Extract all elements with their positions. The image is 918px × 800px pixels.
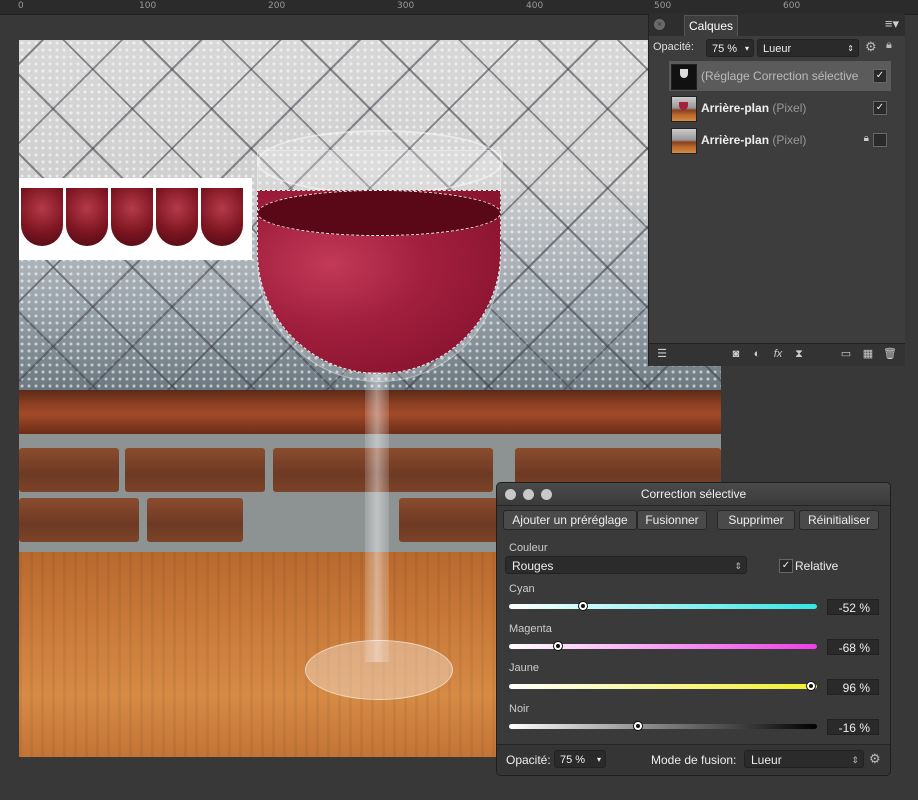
layer-thumbnail bbox=[671, 96, 697, 122]
chevron-updown-icon: ⇕ bbox=[851, 755, 859, 765]
layer-name: Arrière-plan (Pixel) bbox=[701, 101, 807, 115]
ruler-label: 300 bbox=[397, 1, 415, 11]
fx-icon[interactable]: fx bbox=[771, 347, 785, 361]
slider-value[interactable]: 96 % bbox=[827, 679, 879, 695]
chevron-updown-icon: ⇕ bbox=[734, 561, 742, 571]
magenta-slider-track[interactable] bbox=[509, 641, 817, 651]
opacity-value: 75 % bbox=[712, 43, 738, 55]
selective-correction-dialog: Correction sélective Ajouter un prérégla… bbox=[496, 482, 891, 776]
folder-icon[interactable]: ▭ bbox=[839, 347, 853, 361]
color-select[interactable]: Rouges ⇕ bbox=[505, 556, 747, 574]
layer-visibility-checkbox[interactable] bbox=[873, 133, 887, 147]
add-preset-button[interactable]: Ajouter un préréglage bbox=[503, 510, 637, 530]
ruler-label: 200 bbox=[268, 1, 286, 11]
layer-visibility-checkbox[interactable]: ✓ bbox=[873, 69, 887, 83]
opacity-value: 75 % bbox=[560, 754, 586, 766]
layers-panel: × Calques ≡▾ Opacité: 75 % ▾ Lueur ⇕ ⚙ 🔒… bbox=[648, 14, 905, 366]
adjustment-icon[interactable]: ◐ bbox=[750, 347, 764, 361]
wine-sample-strip bbox=[19, 178, 252, 260]
dialog-button-row: Ajouter un préréglage Fusionner Supprime… bbox=[503, 510, 883, 530]
layers-icon[interactable]: ☰ bbox=[655, 347, 669, 361]
glass-foot bbox=[305, 640, 453, 700]
slider-knob[interactable] bbox=[805, 681, 816, 691]
opacity-field[interactable]: 75 % ▾ bbox=[554, 750, 606, 768]
trash-icon[interactable]: 🗑︎ bbox=[883, 347, 897, 361]
merge-button[interactable]: Fusionner bbox=[637, 510, 707, 530]
color-select-value: Rouges bbox=[512, 559, 554, 573]
chevron-down-icon: ▾ bbox=[744, 44, 749, 53]
gear-icon[interactable]: ⚙ bbox=[865, 39, 877, 55]
glass-rim bbox=[257, 130, 503, 194]
reset-button[interactable]: Réinitialiser bbox=[799, 510, 879, 530]
layer-thumbnail bbox=[671, 64, 697, 90]
layer-thumbnail bbox=[671, 128, 697, 154]
relative-checkbox[interactable]: ✓ bbox=[779, 559, 793, 573]
layer-row[interactable]: (Réglage Correction sélective ✓ bbox=[669, 61, 891, 91]
slider-label: Magenta bbox=[509, 623, 552, 635]
layer-opacity-row: Opacité: 75 % ▾ Lueur ⇕ ⚙ 🔒︎ bbox=[649, 36, 905, 60]
layers-toolbar: ☰ ◙ ◐ fx ⧗ ▭ ▦ 🗑︎ bbox=[649, 343, 905, 366]
lock-icon: 🔒︎ bbox=[863, 133, 869, 144]
layer-visibility-checkbox[interactable]: ✓ bbox=[873, 101, 887, 115]
chevron-updown-icon: ⇕ bbox=[847, 44, 854, 53]
opacity-label: Opacité: bbox=[653, 41, 694, 53]
glass-stem bbox=[365, 372, 389, 662]
ruler-label: 500 bbox=[654, 1, 672, 11]
tab-layers[interactable]: Calques bbox=[684, 15, 739, 36]
layer-row[interactable]: Arrière-plan (Pixel) ✓ bbox=[669, 93, 891, 123]
opacity-label: Opacité: bbox=[506, 753, 551, 767]
ruler-label: 400 bbox=[526, 1, 544, 11]
blend-mode-label: Mode de fusion: bbox=[651, 753, 737, 767]
slider-value[interactable]: -68 % bbox=[827, 639, 879, 655]
ruler-label: 0 bbox=[18, 1, 24, 11]
ruler-label: 100 bbox=[139, 1, 157, 11]
layer-row[interactable]: Arrière-plan (Pixel) 🔒︎ bbox=[669, 125, 891, 155]
slider-label: Cyan bbox=[509, 583, 535, 595]
color-label: Couleur bbox=[509, 542, 548, 554]
layer-name: (Réglage Correction sélective bbox=[701, 69, 859, 83]
wine-surface bbox=[257, 190, 501, 236]
layer-name: Arrière-plan (Pixel) bbox=[701, 133, 807, 147]
delete-button[interactable]: Supprimer bbox=[717, 510, 795, 530]
horizontal-ruler: 0 100 200 300 400 500 600 bbox=[0, 0, 918, 15]
mask-icon[interactable]: ◙ bbox=[729, 347, 743, 361]
lock-icon[interactable]: 🔒︎ bbox=[886, 39, 892, 52]
ruler-label: 600 bbox=[783, 1, 801, 11]
slider-knob[interactable] bbox=[633, 721, 644, 731]
blend-mode-select[interactable]: Lueur ⇕ bbox=[757, 39, 859, 57]
relative-label: Relative bbox=[795, 559, 839, 573]
gear-icon[interactable]: ⚙ bbox=[869, 751, 881, 767]
slider-knob[interactable] bbox=[577, 601, 588, 611]
chevron-down-icon: ▾ bbox=[596, 755, 601, 764]
close-icon[interactable]: × bbox=[654, 19, 665, 30]
dialog-titlebar: Correction sélective bbox=[497, 483, 890, 506]
black-slider-track[interactable] bbox=[509, 721, 817, 731]
dialog-title: Correction sélective bbox=[640, 487, 747, 501]
live-filter-icon[interactable]: ⧗ bbox=[792, 347, 806, 361]
slider-label: Jaune bbox=[509, 662, 539, 674]
cyan-slider-track[interactable] bbox=[509, 601, 817, 611]
yellow-slider-track[interactable] bbox=[509, 681, 817, 691]
slider-knob[interactable] bbox=[553, 641, 564, 651]
panel-menu-icon[interactable]: ≡▾ bbox=[885, 16, 899, 32]
new-layer-icon[interactable]: ▦ bbox=[861, 347, 875, 361]
dialog-footer: Opacité: 75 % ▾ Mode de fusion: Lueur ⇕ … bbox=[497, 744, 890, 775]
blend-mode-select[interactable]: Lueur ⇕ bbox=[744, 750, 864, 768]
opacity-field[interactable]: 75 % ▾ bbox=[706, 39, 754, 57]
blend-mode-value: Lueur bbox=[751, 753, 782, 767]
slider-value[interactable]: -16 % bbox=[827, 719, 879, 735]
slider-label: Noir bbox=[509, 703, 530, 715]
layers-panel-header: × Calques ≡▾ bbox=[649, 14, 905, 36]
blend-mode-value: Lueur bbox=[763, 43, 792, 55]
slider-value[interactable]: -52 % bbox=[827, 599, 879, 615]
